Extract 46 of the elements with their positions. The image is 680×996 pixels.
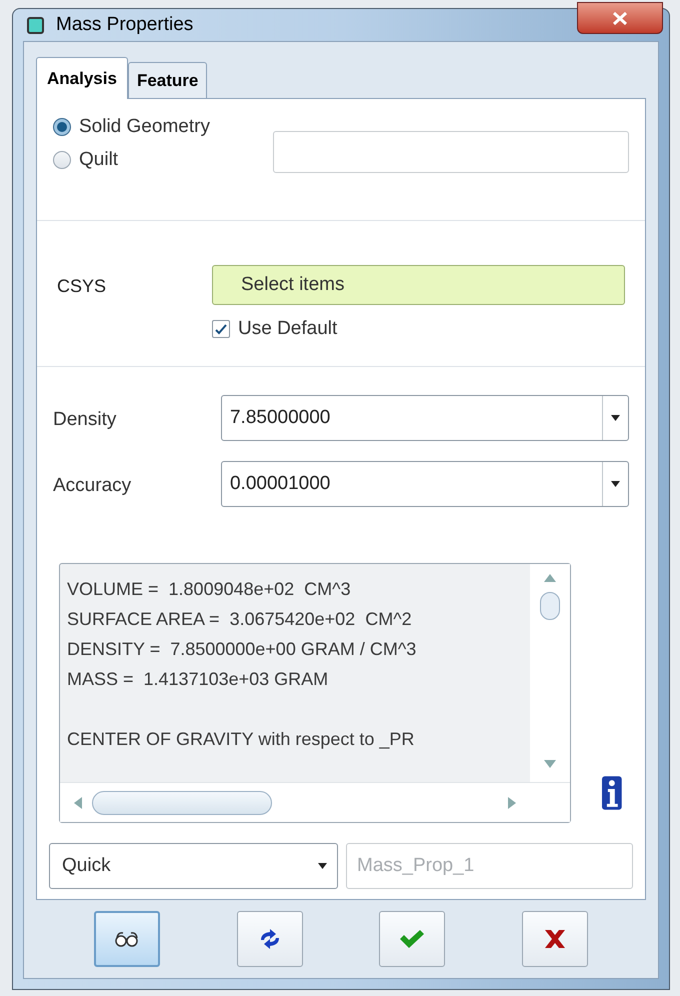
tab[interactable]: Analysis	[36, 57, 128, 99]
field-label: Accuracy	[53, 474, 132, 498]
scroll-up-icon	[544, 574, 556, 582]
repeat-button[interactable]	[236, 911, 303, 967]
ok-button[interactable]	[379, 911, 446, 967]
check-icon	[215, 324, 227, 335]
horizontal-scrollbar[interactable]	[60, 782, 570, 822]
cancel-button[interactable]	[522, 911, 588, 967]
accuracy-dropdown[interactable]: 0.00001000	[220, 461, 629, 507]
close-icon	[613, 12, 627, 24]
radio-label: Solid Geometry	[79, 115, 210, 139]
glasses-icon	[114, 931, 140, 947]
result-line: VOLUME = 1.8009048e+02 CM^3	[67, 578, 352, 601]
scroll-down-icon	[544, 760, 556, 768]
scroll-left-icon	[74, 796, 82, 808]
radio-button[interactable]	[53, 118, 71, 136]
csys-label: CSYS	[57, 275, 108, 298]
result-line: MASS = 1.4137103e+03 GRAM	[67, 668, 330, 691]
geometry-field[interactable]	[273, 131, 629, 173]
select-items-field[interactable]: Select items	[212, 265, 625, 305]
result-line: SURFACE AREA = 3.0675420e+02 CM^2	[67, 608, 413, 631]
dropdown-caret-icon	[611, 481, 620, 487]
cross-icon	[542, 928, 567, 950]
radio-label: Quilt	[79, 148, 118, 172]
radio-button[interactable]	[53, 150, 71, 169]
vertical-scrollbar[interactable]	[530, 564, 570, 782]
result-line: CENTER OF GRAVITY with respect to _PR	[67, 728, 416, 751]
density-dropdown[interactable]: 7.85000000	[220, 395, 629, 441]
checkbox[interactable]	[212, 320, 230, 338]
close-button[interactable]	[577, 2, 663, 34]
field-label: Density	[53, 408, 118, 432]
dropdown-caret-icon	[611, 415, 620, 421]
preview-button[interactable]	[94, 911, 160, 967]
info-icon[interactable]	[601, 775, 623, 811]
checkbox-label: Use Default	[238, 317, 338, 341]
tab[interactable]: Feature	[128, 62, 208, 98]
window-title: Mass Properties	[56, 12, 194, 37]
scroll-thumb[interactable]	[540, 592, 560, 620]
scroll-right-icon	[508, 796, 516, 808]
result-line: DENSITY = 7.8500000e+00 GRAM / CM^3	[67, 638, 418, 661]
scroll-thumb[interactable]	[92, 790, 272, 814]
mode-dropdown[interactable]: Quick	[49, 843, 338, 889]
dropdown-caret-icon	[318, 863, 327, 869]
checkmark-icon	[399, 929, 426, 949]
feature-name-field[interactable]: Mass_Prop_1	[346, 843, 633, 889]
app-icon	[27, 16, 44, 34]
